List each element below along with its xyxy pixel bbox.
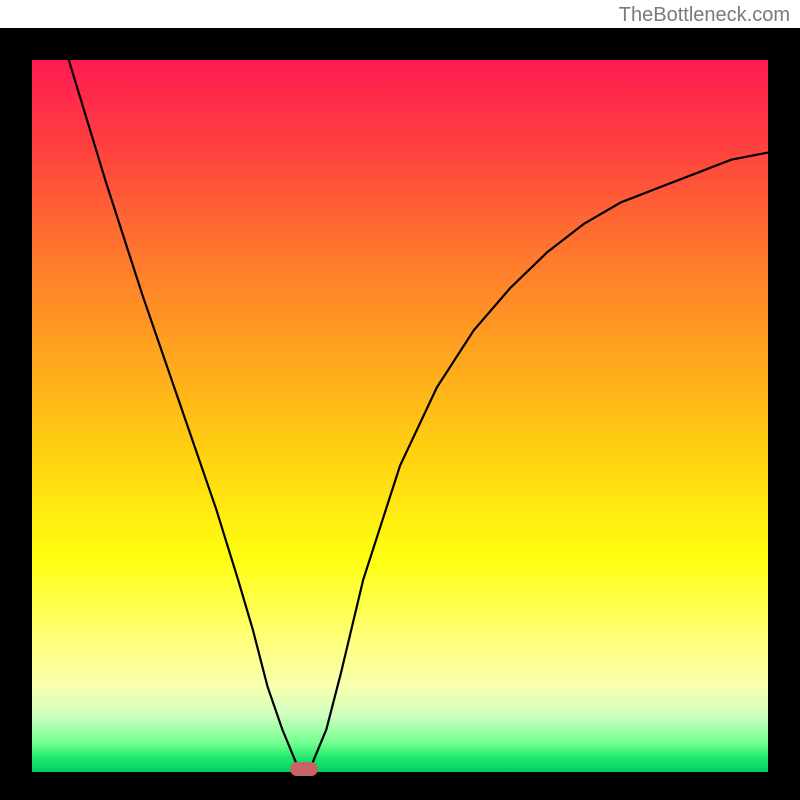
chart-frame (0, 28, 800, 800)
watermark-text: TheBottleneck.com (619, 4, 790, 27)
chart-plot-area (32, 60, 768, 772)
bottleneck-curve (32, 60, 768, 772)
minimum-marker (290, 762, 318, 776)
